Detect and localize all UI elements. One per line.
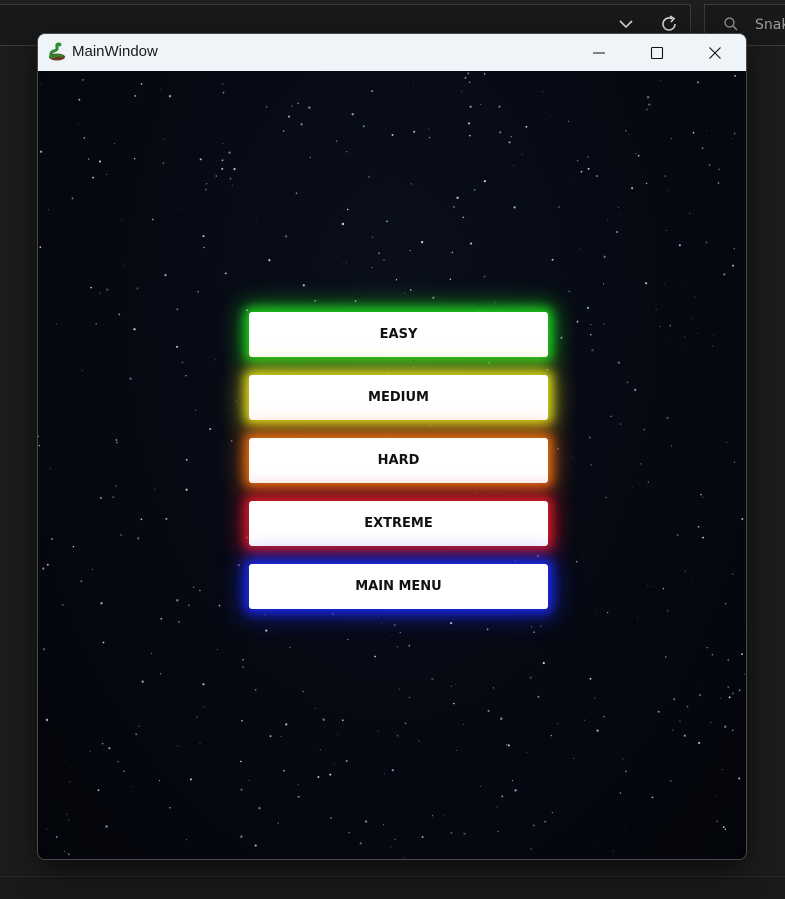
game-background: EASY MEDIUM HARD EXTREME MAIN MENU [38, 71, 746, 859]
snake-app-icon [47, 42, 67, 62]
chevron-down-icon[interactable] [616, 14, 636, 34]
window-titlebar[interactable]: MainWindow [38, 34, 746, 71]
easy-button[interactable]: EASY [249, 312, 548, 357]
background-status-bar [0, 876, 785, 899]
minimize-button[interactable] [570, 34, 628, 71]
hard-button[interactable]: HARD [249, 438, 548, 483]
window-title: MainWindow [72, 43, 158, 60]
search-placeholder: Snak [755, 17, 785, 33]
refresh-icon[interactable] [658, 13, 680, 35]
search-icon [723, 16, 739, 32]
main-window: MainWindow EASY MEDIUM HARD EXTREME MAIN… [37, 33, 747, 860]
extreme-button[interactable]: EXTREME [249, 501, 548, 546]
medium-button[interactable]: MEDIUM [249, 375, 548, 420]
main-menu-button[interactable]: MAIN MENU [249, 564, 548, 609]
difficulty-menu: EASY MEDIUM HARD EXTREME MAIN MENU [249, 312, 548, 627]
minimize-icon [593, 52, 605, 53]
maximize-icon [650, 46, 664, 59]
maximize-button[interactable] [628, 34, 686, 71]
close-icon [709, 46, 721, 59]
close-button[interactable] [686, 34, 744, 71]
